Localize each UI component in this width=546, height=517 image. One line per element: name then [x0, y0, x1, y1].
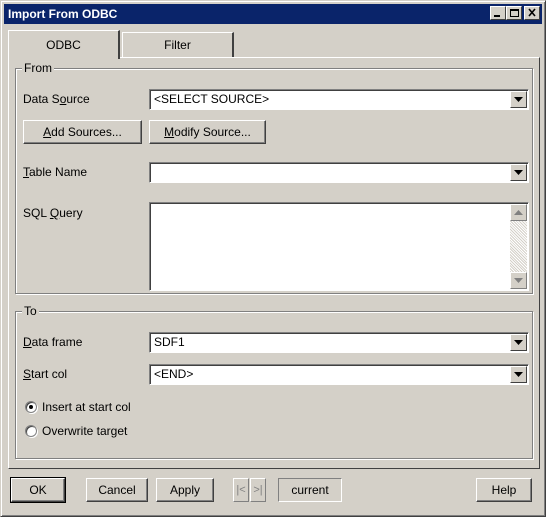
tab-filter[interactable]: Filter	[122, 32, 234, 58]
overwrite-target-radio[interactable]	[25, 425, 37, 437]
data-frame-value: SDF1	[154, 335, 185, 349]
insert-at-start-radio-row[interactable]: Insert at start col	[25, 400, 131, 414]
cancel-button[interactable]: Cancel	[86, 478, 148, 502]
to-group-title: To	[22, 304, 39, 318]
to-group: To Data frame SDF1 Start col <END> Inser…	[15, 304, 533, 459]
sql-query-textarea[interactable]	[149, 202, 529, 291]
close-icon[interactable]	[524, 6, 540, 20]
chevron-down-icon[interactable]	[510, 164, 527, 181]
insert-at-start-radio[interactable]	[25, 401, 37, 413]
from-group-title: From	[22, 61, 54, 75]
tab-odbc[interactable]: ODBC	[8, 30, 120, 59]
insert-at-start-label: Insert at start col	[42, 400, 131, 414]
start-col-value: <END>	[154, 367, 194, 381]
current-record-display: current	[278, 478, 342, 502]
apply-button[interactable]: Apply	[156, 478, 214, 502]
data-frame-label: Data frame	[23, 335, 83, 349]
scroll-down-icon[interactable]	[510, 272, 527, 289]
data-source-combo[interactable]: <SELECT SOURCE>	[149, 89, 529, 110]
data-source-value: <SELECT SOURCE>	[154, 92, 270, 106]
first-record-button[interactable]: |<	[233, 478, 249, 502]
from-group: From Data Source <SELECT SOURCE> Add Sou…	[15, 61, 533, 294]
data-frame-combo[interactable]: SDF1	[149, 332, 529, 353]
modify-source-button[interactable]: Modify Source...	[149, 120, 266, 144]
title-bar[interactable]: Import From ODBC	[4, 4, 542, 24]
chevron-down-icon[interactable]	[510, 91, 527, 108]
title-buttons	[490, 6, 540, 20]
overwrite-target-radio-row[interactable]: Overwrite target	[25, 424, 127, 438]
sql-query-scrollbar[interactable]	[510, 204, 527, 289]
table-name-label: Table Name	[23, 165, 88, 179]
button-bar: OK Cancel Apply |< >| current Help	[8, 477, 540, 508]
ok-button[interactable]: OK	[10, 477, 66, 503]
data-source-label: Data Source	[23, 92, 90, 106]
add-sources-button[interactable]: Add Sources...	[23, 120, 142, 144]
tab-panel: From Data Source <SELECT SOURCE> Add Sou…	[8, 57, 540, 469]
table-name-combo[interactable]	[149, 162, 529, 183]
scroll-up-icon[interactable]	[510, 204, 527, 221]
overwrite-target-label: Overwrite target	[42, 424, 128, 438]
help-button[interactable]: Help	[476, 478, 532, 502]
chevron-down-icon[interactable]	[510, 366, 527, 383]
import-from-odbc-dialog: Import From ODBC ODBC Filter From Data S…	[0, 0, 546, 517]
chevron-down-icon[interactable]	[510, 334, 527, 351]
minimize-icon[interactable]	[490, 6, 506, 20]
window-title: Import From ODBC	[8, 7, 118, 21]
maximize-icon[interactable]	[506, 6, 522, 20]
start-col-label: Start col	[23, 367, 68, 381]
sql-query-label: SQL Query	[23, 206, 83, 220]
start-col-combo[interactable]: <END>	[149, 364, 529, 385]
last-record-button[interactable]: >|	[250, 478, 266, 502]
